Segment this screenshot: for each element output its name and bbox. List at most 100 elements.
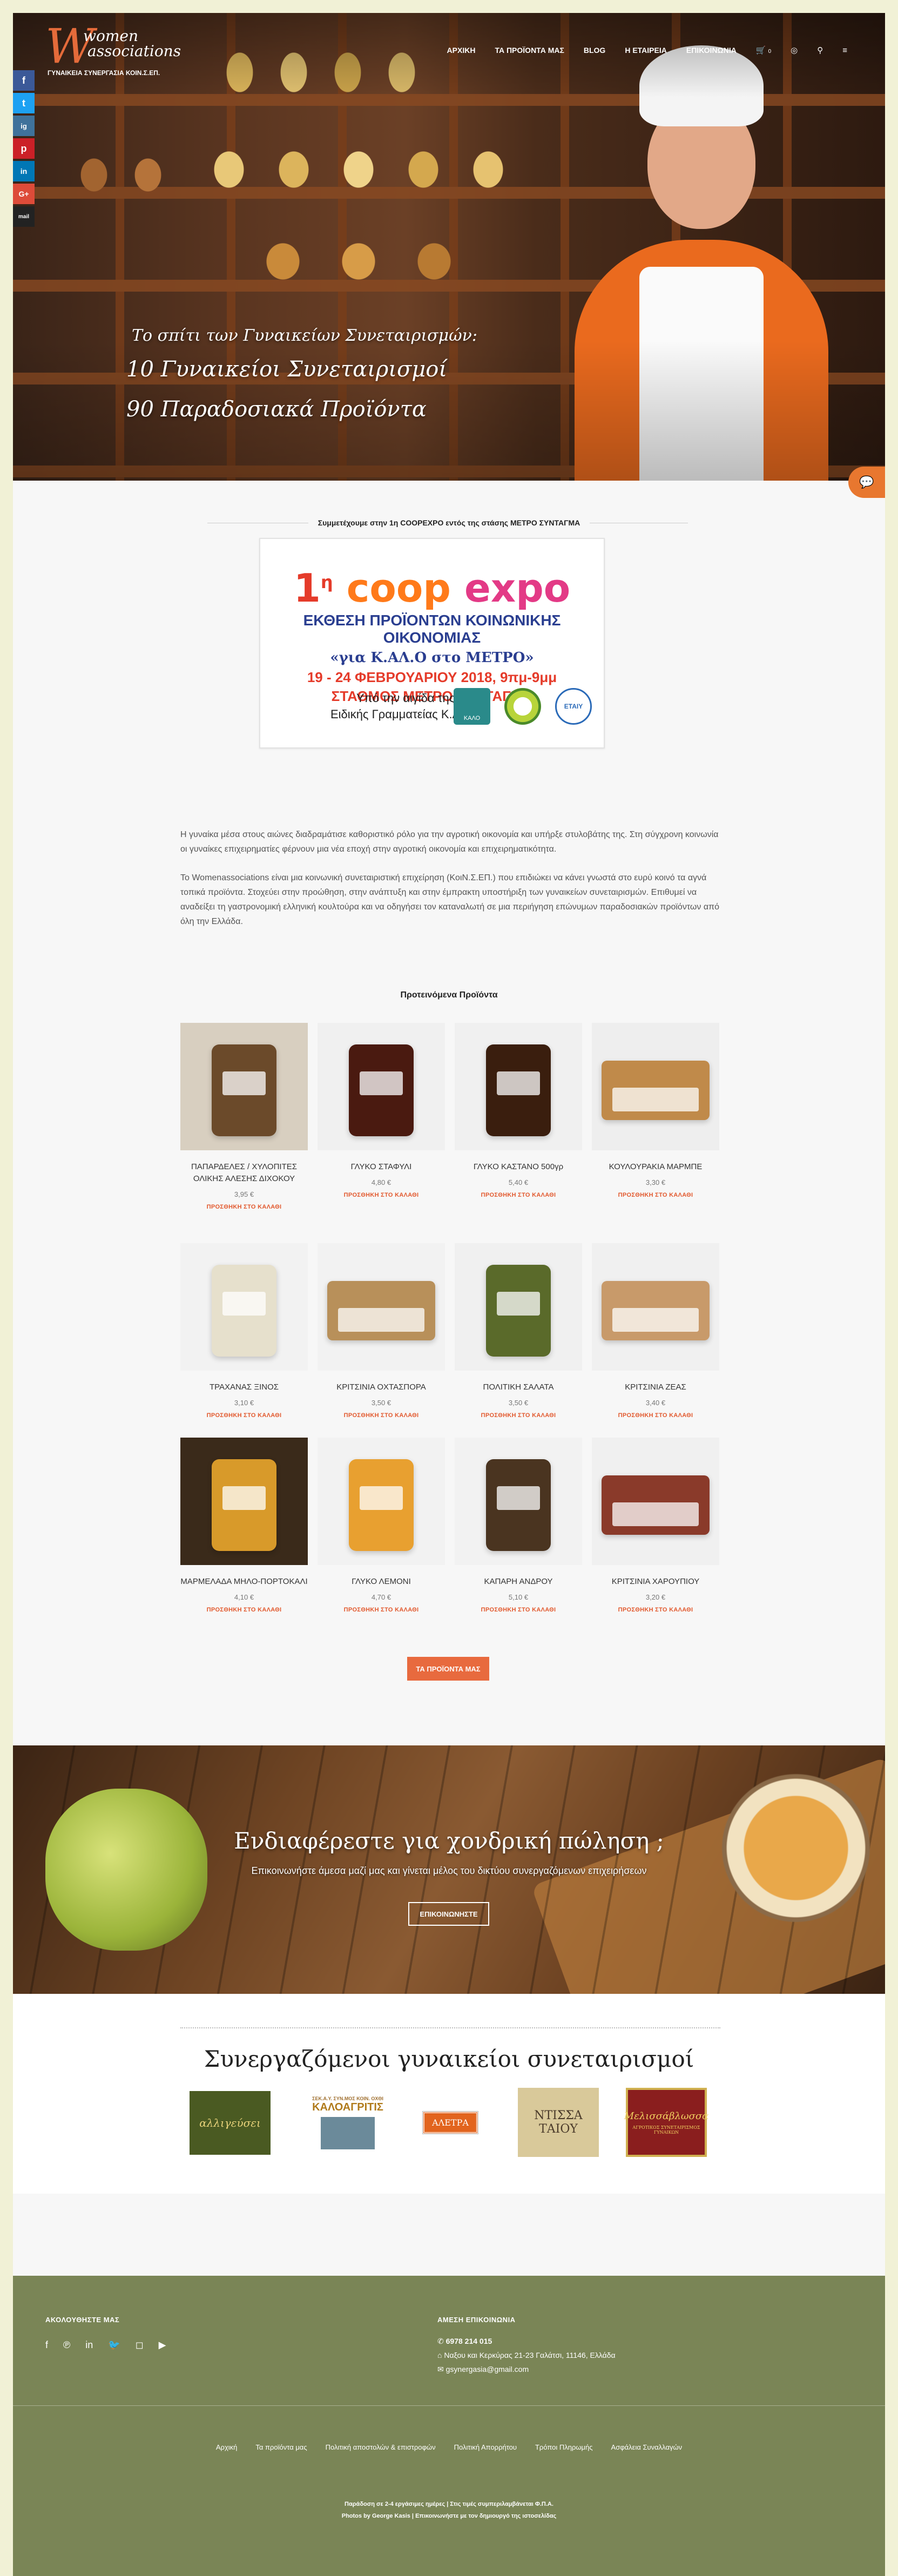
- product-name[interactable]: ΓΛΥΚΟ ΚΑΣΤΑΝΟ 500γρ: [455, 1161, 582, 1173]
- partner-logo-2[interactable]: ΣΕΚ.Α.Υ. ΣΥΝ.ΜΟΣ ΚΟΙΝ. ΟΧΘΙ ΚΑΛΟΑΓΡΙΤΙΣ: [307, 2088, 388, 2157]
- googleplus-icon[interactable]: G+: [13, 184, 35, 204]
- facebook-icon[interactable]: f: [13, 70, 35, 91]
- product-price: 3,50 €: [371, 1399, 391, 1407]
- add-to-cart-link[interactable]: ΠΡΟΣΘΗΚΗ ΣΤΟ ΚΑΛΑΘΙ: [318, 1192, 445, 1198]
- add-to-cart-link[interactable]: ΠΡΟΣΘΗΚΗ ΣΤΟ ΚΑΛΑΘΙ: [180, 1412, 308, 1419]
- footer-link-products[interactable]: Τα προϊόντα μας: [255, 2443, 307, 2451]
- product-name[interactable]: ΠΟΛΙΤΙΚΗ ΣΑΛΑΤΑ: [455, 1381, 582, 1393]
- product-image[interactable]: [180, 1243, 308, 1371]
- product-image[interactable]: [455, 1438, 582, 1565]
- nav-products[interactable]: ΤΑ ΠΡΟΪΟΝΤΑ ΜΑΣ: [495, 46, 564, 55]
- site-logo[interactable]: W women associations ΓΥΝΑΙΚΕΙΑ ΣΥΝΕΡΓΑΣΙ…: [45, 23, 181, 82]
- poster-logo: 1η coop expo: [293, 565, 571, 611]
- product-image[interactable]: [318, 1023, 445, 1150]
- product-name[interactable]: ΚΡΙΤΣΙΝΙΑ ΖΕΑΣ: [592, 1381, 719, 1393]
- footer-link-payment[interactable]: Τρόποι Πληρωμής: [535, 2443, 593, 2451]
- add-to-cart-link[interactable]: ΠΡΟΣΘΗΚΗ ΣΤΟ ΚΑΛΑΘΙ: [592, 1412, 719, 1419]
- hero-text: Το σπίτι των Γυναικείων Συνεταιρισμών: 1…: [126, 326, 477, 422]
- wholesale-contact-button[interactable]: ΕΠΙΚΟΙΝΩΝΗΣΤΕ: [408, 1902, 489, 1926]
- pinterest-icon[interactable]: ℗: [63, 2339, 70, 2351]
- facebook-icon[interactable]: f: [45, 2339, 48, 2351]
- cart-icon[interactable]: 🛒 0: [756, 45, 771, 55]
- product-name[interactable]: ΠΑΠΑΡΔΕΛΕΣ / ΧΥΛΟΠΙΤΕΣ ΟΛΙΚΗΣ ΑΛΕΣΗΣ ΔΙΧ…: [180, 1161, 308, 1185]
- footer-links: Αρχική Τα προϊόντα μας Πολιτική αποστολώ…: [13, 2443, 885, 2451]
- product-card[interactable]: ΚΡΙΤΣΙΝΙΑ ΟΧΤΑΣΠΟΡΑ 3,50 € ΠΡΟΣΘΗΚΗ ΣΤΟ ΚΑ…: [318, 1243, 445, 1419]
- product-name[interactable]: ΓΛΥΚΟ ΣΤΑΦΥΛΙ: [318, 1161, 445, 1173]
- phone-number[interactable]: 6978 214 015: [446, 2337, 492, 2345]
- address: Ναξου και Κερκύρας 21-23 Γαλάτσι, 11146,…: [444, 2351, 616, 2359]
- account-icon[interactable]: ◎: [791, 45, 798, 55]
- add-to-cart-link[interactable]: ΠΡΟΣΘΗΚΗ ΣΤΟ ΚΑΛΑΘΙ: [318, 1607, 445, 1613]
- product-image[interactable]: [592, 1438, 719, 1565]
- product-name[interactable]: ΤΡΑΧΑΝΑΣ ΞΙΝΟΣ: [180, 1381, 308, 1393]
- page-frame: W women associations ΓΥΝΑΙΚΕΙΑ ΣΥΝΕΡΓΑΣΙ…: [13, 13, 885, 2576]
- add-to-cart-link[interactable]: ΠΡΟΣΘΗΚΗ ΣΤΟ ΚΑΛΑΘΙ: [180, 1204, 308, 1210]
- add-to-cart-link[interactable]: ΠΡΟΣΘΗΚΗ ΣΤΟ ΚΑΛΑΘΙ: [592, 1192, 719, 1198]
- footer-link-privacy[interactable]: Πολιτική Απορρήτου: [454, 2443, 517, 2451]
- add-to-cart-link[interactable]: ΠΡΟΣΘΗΚΗ ΣΤΟ ΚΑΛΑΘΙ: [180, 1607, 308, 1613]
- product-card[interactable]: ΠΑΠΑΡΔΕΛΕΣ / ΧΥΛΟΠΙΤΕΣ ΟΛΙΚΗΣ ΑΛΕΣΗΣ ΔΙΧ…: [180, 1023, 308, 1210]
- product-card[interactable]: ΜΑΡΜΕΛΑΔΑ ΜΗΛΟ-ΠΟΡΤΟΚΑΛΙ 4,10 € ΠΡΟΣΘΗΚΗ Σ…: [180, 1438, 308, 1613]
- product-price: 3,20 €: [645, 1593, 666, 1601]
- product-card[interactable]: ΓΛΥΚΟ ΣΤΑΦΥΛΙ 4,80 € ΠΡΟΣΘΗΚΗ ΣΤΟ ΚΑΛΑΘΙ: [318, 1023, 445, 1198]
- partner-logo-3[interactable]: ΑΛΕΤΡΑ: [410, 2088, 491, 2157]
- nav-company[interactable]: Η ΕΤΑΙΡΕΙΑ: [625, 46, 667, 55]
- all-products-button[interactable]: ΤΑ ΠΡΟΪΟΝΤΑ ΜΑΣ: [407, 1657, 489, 1681]
- email-icon: ✉: [437, 2365, 446, 2373]
- product-name[interactable]: ΓΛΥΚΟ ΛΕΜΟΝΙ: [318, 1576, 445, 1588]
- footer-link-home[interactable]: Αρχική: [216, 2443, 238, 2451]
- twitter-icon[interactable]: t: [13, 93, 35, 113]
- product-name[interactable]: ΚΡΙΤΣΙΝΙΑ ΟΧΤΑΣΠΟΡΑ: [318, 1381, 445, 1393]
- youtube-icon[interactable]: ▶: [159, 2339, 166, 2351]
- instagram-icon[interactable]: ig: [13, 116, 35, 136]
- product-image[interactable]: [318, 1438, 445, 1565]
- add-to-cart-link[interactable]: ΠΡΟΣΘΗΚΗ ΣΤΟ ΚΑΛΑΘΙ: [318, 1412, 445, 1419]
- chat-icon[interactable]: 💬: [848, 467, 885, 498]
- product-card[interactable]: ΠΟΛΙΤΙΚΗ ΣΑΛΑΤΑ 3,50 € ΠΡΟΣΘΗΚΗ ΣΤΟ ΚΑΛΑΘΙ: [455, 1243, 582, 1419]
- partner-logo-1[interactable]: αλλιγεύσει: [190, 2091, 271, 2155]
- coopexpo-poster[interactable]: 1η coop expo ΕΚΘΕΣΗ ΠΡΟΪΟΝΤΩΝ ΚΟΙΝΩΝΙΚΗΣ…: [259, 538, 605, 748]
- product-card[interactable]: ΚΡΙΤΣΙΝΙΑ ΖΕΑΣ 3,40 € ΠΡΟΣΘΗΚΗ ΣΤΟ ΚΑΛΑΘΙ: [592, 1243, 719, 1419]
- product-card[interactable]: ΚΡΙΤΣΙΝΙΑ ΧΑΡΟΥΠΙΟΥ 3,20 € ΠΡΟΣΘΗΚΗ ΣΤΟ ΚΑ…: [592, 1438, 719, 1613]
- linkedin-icon[interactable]: in: [13, 161, 35, 181]
- linkedin-icon[interactable]: in: [85, 2339, 93, 2351]
- etaiy-logo: ΕΤΑΙΥ: [555, 688, 592, 725]
- product-name[interactable]: ΚΑΠΑΡΗ ΑΝΔΡΟΥ: [455, 1576, 582, 1588]
- product-image[interactable]: [180, 1023, 308, 1150]
- product-name[interactable]: ΜΑΡΜΕΛΑΔΑ ΜΗΛΟ-ΠΟΡΤΟΚΑΛΙ: [180, 1576, 308, 1588]
- nav-home[interactable]: ΑΡΧΙΚΗ: [447, 46, 476, 55]
- logo-subtitle: ΓΥΝΑΙΚΕΙΑ ΣΥΝΕΡΓΑΣΙΑ ΚΟΙΝ.Σ.ΕΠ.: [48, 69, 160, 77]
- add-to-cart-link[interactable]: ΠΡΟΣΘΗΚΗ ΣΤΟ ΚΑΛΑΘΙ: [455, 1607, 582, 1613]
- product-image[interactable]: [318, 1243, 445, 1371]
- product-name[interactable]: ΚΟΥΛΟΥΡΑΚΙΑ ΜΑΡΜΠΕ: [592, 1161, 719, 1173]
- product-image[interactable]: [455, 1243, 582, 1371]
- product-image[interactable]: [592, 1243, 719, 1371]
- search-icon[interactable]: ⚲: [817, 45, 823, 55]
- add-to-cart-link[interactable]: ΠΡΟΣΘΗΚΗ ΣΤΟ ΚΑΛΑΘΙ: [455, 1192, 582, 1198]
- product-image[interactable]: [455, 1023, 582, 1150]
- product-card[interactable]: ΚΑΠΑΡΗ ΑΝΔΡΟΥ 5,10 € ΠΡΟΣΘΗΚΗ ΣΤΟ ΚΑΛΑΘΙ: [455, 1438, 582, 1613]
- nav-contact[interactable]: ΕΠΙΚΟΙΝΩΝΙΑ: [686, 46, 737, 55]
- nav-blog[interactable]: BLOG: [584, 46, 605, 55]
- product-image[interactable]: [180, 1438, 308, 1565]
- instagram-icon[interactable]: ◻: [136, 2339, 144, 2351]
- product-name[interactable]: ΚΡΙΤΣΙΝΙΑ ΧΑΡΟΥΠΙΟΥ: [592, 1576, 719, 1588]
- product-card[interactable]: ΚΟΥΛΟΥΡΑΚΙΑ ΜΑΡΜΠΕ 3,30 € ΠΡΟΣΘΗΚΗ ΣΤΟ ΚΑΛ…: [592, 1023, 719, 1198]
- menu-icon[interactable]: ≡: [842, 46, 847, 55]
- add-to-cart-link[interactable]: ΠΡΟΣΘΗΚΗ ΣΤΟ ΚΑΛΑΘΙ: [592, 1607, 719, 1613]
- footer-link-shipping[interactable]: Πολιτική αποστολών & επιστροφών: [326, 2443, 436, 2451]
- hero-line-3: 90 Παραδοσιακά Προϊόντα: [126, 397, 427, 422]
- partner-logo-4[interactable]: ΝΤΙΣΣΑ ΤΑΙΟΥ: [518, 2088, 599, 2157]
- email-icon[interactable]: mail: [13, 206, 35, 227]
- product-card[interactable]: ΤΡΑΧΑΝΑΣ ΞΙΝΟΣ 3,10 € ΠΡΟΣΘΗΚΗ ΣΤΟ ΚΑΛΑΘΙ: [180, 1243, 308, 1419]
- email-address[interactable]: gsynergasia@gmail.com: [446, 2365, 529, 2373]
- twitter-icon[interactable]: 🐦: [108, 2339, 120, 2351]
- add-to-cart-link[interactable]: ΠΡΟΣΘΗΚΗ ΣΤΟ ΚΑΛΑΘΙ: [455, 1412, 582, 1419]
- partner-logo-5[interactable]: Μελισσάβλωσσα ΑΓΡΟΤΙΚΟΣ ΣΥΝΕΤΑΙΡΙΣΜΟΣ ΓΥ…: [624, 2088, 708, 2157]
- product-image[interactable]: [592, 1023, 719, 1150]
- product-card[interactable]: ΓΛΥΚΟ ΛΕΜΟΝΙ 4,70 € ΠΡΟΣΘΗΚΗ ΣΤΟ ΚΑΛΑΘΙ: [318, 1438, 445, 1613]
- product-card[interactable]: ΓΛΥΚΟ ΚΑΣΤΑΝΟ 500γρ 5,40 € ΠΡΟΣΘΗΚΗ ΣΤΟ ΚΑ…: [455, 1023, 582, 1198]
- footer-link-security[interactable]: Ασφάλεια Συναλλαγών: [611, 2443, 683, 2451]
- pinterest-icon[interactable]: p: [13, 138, 35, 159]
- hero-line-2: 10 Γυναικείοι Συνεταιρισμοί: [126, 357, 448, 382]
